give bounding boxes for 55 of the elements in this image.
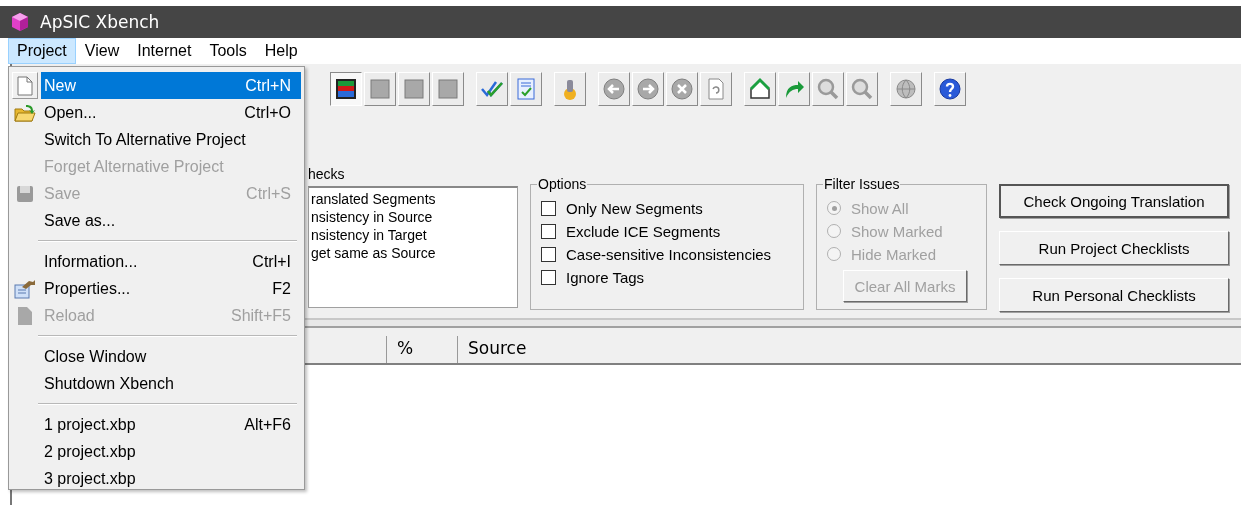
group-label: hecks <box>308 166 346 182</box>
checkbox-label[interactable]: Exclude ICE Segments <box>566 222 721 240</box>
group-title: Options <box>537 176 588 192</box>
globe-icon <box>894 77 918 101</box>
menu-item[interactable]: 3 project.xbp <box>41 465 301 492</box>
x-circle-icon <box>670 77 694 101</box>
menu-item[interactable]: Open... Ctrl+O <box>41 99 301 126</box>
menu-item[interactable]: 2 project.xbp <box>41 438 301 465</box>
action-button[interactable]: Check Ongoing Translation <box>999 184 1229 218</box>
menu-item[interactable]: Save as... <box>41 207 301 234</box>
group-title: Filter Issues <box>823 176 901 192</box>
folder-icon <box>14 102 36 123</box>
window-title: ApSIC Xbench <box>40 12 160 32</box>
checklist-icon <box>514 77 538 101</box>
square-icon <box>368 77 392 101</box>
menu-bar-item[interactable]: Help <box>255 38 307 64</box>
menu-bar-item[interactable]: Internet <box>128 38 201 64</box>
menu-item[interactable]: New Ctrl+N <box>41 72 301 99</box>
help-icon <box>938 77 962 101</box>
square-icon <box>436 77 460 101</box>
menu-bar-item[interactable]: Project <box>8 38 76 64</box>
magnifier-icon <box>850 77 874 101</box>
document-icon <box>17 75 33 96</box>
properties-icon <box>14 278 36 299</box>
list-item[interactable]: ranslated Segments <box>311 190 517 208</box>
color-bars-icon <box>334 77 358 101</box>
magnifier-icon <box>816 77 840 101</box>
menu-item[interactable]: 1 project.xbp Alt+F6 <box>41 411 301 438</box>
house-icon <box>748 77 772 101</box>
checkbox-label[interactable]: Only New Segments <box>566 199 703 217</box>
menu-item[interactable]: Shutdown Xbench <box>41 370 301 397</box>
list-item[interactable]: get same as Source <box>311 244 517 262</box>
menu-bar-item[interactable]: Tools <box>200 38 256 64</box>
menu-item[interactable]: Switch To Alternative Project <box>41 126 301 153</box>
list-item[interactable]: nsistency in Target <box>311 226 517 244</box>
column-header[interactable]: % <box>387 336 458 363</box>
square-icon <box>402 77 426 101</box>
action-button[interactable]: Run Project Checklists <box>999 231 1229 265</box>
menu-bar-item[interactable]: View <box>75 38 129 64</box>
checkbox[interactable] <box>541 246 556 262</box>
document-icon <box>17 305 33 326</box>
checkbox[interactable] <box>541 269 556 285</box>
column-header[interactable]: Source <box>458 336 1241 363</box>
action-button[interactable]: Run Personal Checklists <box>999 278 1229 312</box>
menu-item[interactable]: Close Window <box>41 343 301 370</box>
checkbox-label[interactable]: Ignore Tags <box>566 268 645 286</box>
checks-list[interactable]: ranslated Segments nsistency in Source nsistency in Target get same as Source <box>308 186 518 308</box>
checkbox-label[interactable]: Case-sensitive Inconsistencies <box>566 245 772 263</box>
menu-item[interactable]: Information... Ctrl+I <box>41 248 301 275</box>
checkbox[interactable] <box>541 223 556 239</box>
toolbar-button[interactable] <box>330 72 362 106</box>
menu-item[interactable]: Properties... F2 <box>41 275 301 302</box>
list-item[interactable]: nsistency in Source <box>311 208 517 226</box>
checkbox[interactable] <box>541 200 556 216</box>
cube-icon <box>10 12 30 32</box>
